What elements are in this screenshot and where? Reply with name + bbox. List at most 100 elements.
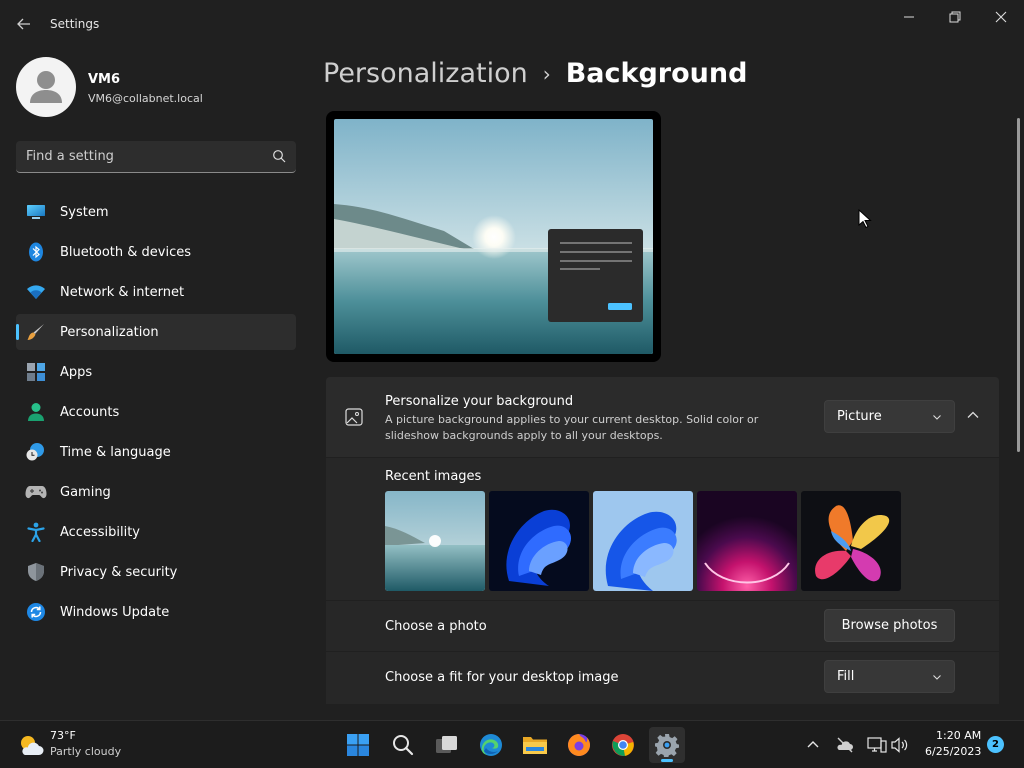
bluetooth-icon xyxy=(25,241,47,263)
settings-app-button[interactable] xyxy=(649,727,685,763)
recent-image-thumbnail[interactable] xyxy=(697,491,797,591)
apps-icon xyxy=(25,361,47,383)
notification-badge[interactable]: 2 xyxy=(987,736,1004,753)
minimize-button[interactable] xyxy=(898,6,920,28)
sidebar-item-label: System xyxy=(60,204,109,220)
recent-image-thumbnail[interactable] xyxy=(489,491,589,591)
recent-image-thumbnail[interactable] xyxy=(385,491,485,591)
clock-date[interactable]: 6/25/2023 xyxy=(925,745,981,758)
sidebar-item-accessibility[interactable]: Accessibility xyxy=(16,514,296,550)
restore-icon xyxy=(949,11,961,23)
avatar[interactable] xyxy=(16,57,76,117)
update-icon xyxy=(25,601,47,623)
choose-photo-label: Choose a photo xyxy=(385,619,487,634)
sidebar-nav: System Bluetooth & devices Network & int… xyxy=(16,194,296,634)
accessibility-icon xyxy=(25,521,47,543)
recent-image-thumbnail[interactable] xyxy=(801,491,901,591)
firefox-button[interactable] xyxy=(561,727,597,763)
chevron-down-icon xyxy=(933,415,941,420)
picture-icon xyxy=(345,408,363,426)
clock-time[interactable]: 1:20 AM xyxy=(936,729,981,742)
sidebar-item-accounts[interactable]: Accounts xyxy=(16,394,296,430)
chrome-icon xyxy=(612,734,634,756)
breadcrumb: Personalization › Background xyxy=(323,58,747,89)
desktop-preview xyxy=(326,111,661,362)
search-icon xyxy=(393,735,414,756)
close-icon xyxy=(995,11,1007,23)
firefox-icon xyxy=(568,734,590,756)
browse-photos-button[interactable]: Browse photos xyxy=(824,609,955,642)
sidebar-item-windows-update[interactable]: Windows Update xyxy=(16,594,296,630)
sidebar-item-label: Network & internet xyxy=(60,284,185,300)
close-button[interactable] xyxy=(990,6,1012,28)
task-view-button[interactable] xyxy=(429,727,465,763)
volume-icon[interactable] xyxy=(890,735,910,755)
folder-icon xyxy=(523,737,547,754)
network-icon[interactable] xyxy=(867,735,887,755)
weather-condition: Partly cloudy xyxy=(50,745,122,758)
recent-images-list xyxy=(385,491,901,591)
recent-images-label: Recent images xyxy=(385,469,482,484)
sidebar-item-apps[interactable]: Apps xyxy=(16,354,296,390)
user-email: VM6@collabnet.local xyxy=(88,92,203,105)
fit-value: Fill xyxy=(837,669,855,684)
weather-temperature: 73°F xyxy=(50,729,76,742)
sidebar-item-label: Gaming xyxy=(60,484,111,500)
sidebar-item-gaming[interactable]: Gaming xyxy=(16,474,296,510)
sidebar-item-time-language[interactable]: Time & language xyxy=(16,434,296,470)
task-view-icon xyxy=(436,736,457,753)
background-type-dropdown[interactable]: Picture xyxy=(824,400,955,433)
sidebar-item-network[interactable]: Network & internet xyxy=(16,274,296,310)
chevron-up-icon[interactable] xyxy=(803,735,823,755)
back-arrow-icon xyxy=(17,18,30,30)
sidebar-item-personalization[interactable]: Personalization xyxy=(16,314,296,350)
taskbar-search-button[interactable] xyxy=(385,727,421,763)
chevron-up-icon[interactable] xyxy=(966,408,980,422)
sidebar-item-privacy[interactable]: Privacy & security xyxy=(16,554,296,590)
search-input[interactable] xyxy=(16,141,266,172)
edge-button[interactable] xyxy=(473,727,509,763)
colorful-flower-thumbnail xyxy=(801,491,901,591)
blue-bloom-light-thumbnail xyxy=(593,491,693,591)
window-lines-graphic xyxy=(560,242,632,310)
partly-cloudy-icon[interactable] xyxy=(18,733,44,757)
fit-dropdown[interactable]: Fill xyxy=(824,660,955,693)
sidebar-item-label: Windows Update xyxy=(60,604,170,620)
breadcrumb-parent[interactable]: Personalization xyxy=(323,58,528,89)
chrome-button[interactable] xyxy=(605,727,641,763)
wifi-icon xyxy=(25,281,47,303)
chevron-down-icon xyxy=(933,675,941,680)
recent-images-section: Recent images xyxy=(326,458,999,600)
sidebar-item-system[interactable]: System xyxy=(16,194,296,230)
scrollbar-thumb[interactable] xyxy=(1017,118,1020,452)
sidebar-item-label: Accessibility xyxy=(60,524,140,540)
onedrive-offline-icon[interactable] xyxy=(835,735,855,755)
personalize-background-card: Personalize your background A picture ba… xyxy=(326,377,999,457)
app-title: Settings xyxy=(50,17,100,31)
lake-landscape-thumbnail xyxy=(385,491,485,591)
sidebar-item-label: Personalization xyxy=(60,324,159,340)
file-explorer-button[interactable] xyxy=(517,727,553,763)
taskbar: 73°F Partly cloudy 1:20 AM 6/25/2023 2 xyxy=(0,720,1024,768)
gear-icon xyxy=(655,734,679,757)
sidebar-item-label: Accounts xyxy=(60,404,120,420)
windows-logo-icon xyxy=(347,734,369,756)
title-bar: Settings xyxy=(0,0,1024,48)
search-box xyxy=(16,141,296,173)
choose-photo-row: Choose a photo Browse photos xyxy=(326,601,999,651)
start-button[interactable] xyxy=(340,727,376,763)
background-type-value: Picture xyxy=(837,409,882,424)
sidebar-item-label: Bluetooth & devices xyxy=(60,244,191,260)
brush-icon xyxy=(25,321,47,343)
shield-icon xyxy=(25,561,47,583)
choose-fit-label: Choose a fit for your desktop image xyxy=(385,670,619,685)
restore-button[interactable] xyxy=(944,6,966,28)
recent-image-thumbnail[interactable] xyxy=(593,491,693,591)
sidebar-item-label: Time & language xyxy=(60,444,171,460)
gamepad-icon xyxy=(25,481,47,503)
back-button[interactable] xyxy=(14,14,34,34)
sidebar-item-bluetooth[interactable]: Bluetooth & devices xyxy=(16,234,296,270)
person-icon xyxy=(25,401,47,423)
clock-globe-icon xyxy=(25,441,47,463)
search-icon[interactable] xyxy=(272,149,286,163)
